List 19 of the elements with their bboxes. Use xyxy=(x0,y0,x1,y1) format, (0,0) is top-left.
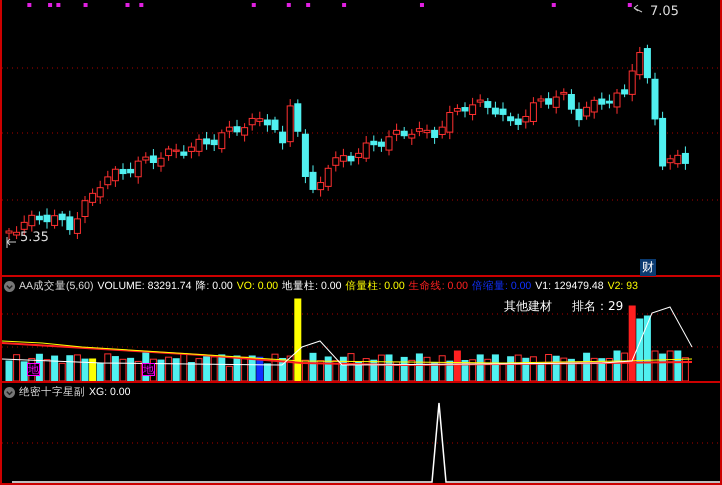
finance-badge[interactable]: 财 xyxy=(640,259,656,276)
indicator-value: V2: 93 xyxy=(608,280,638,292)
rank-label: 排名：29 xyxy=(572,298,624,315)
indicator-value: VOLUME: 83291.74 xyxy=(97,280,192,292)
price-low-label: 5.35 xyxy=(20,230,49,245)
sector-label: 其他建材 xyxy=(504,298,552,315)
indicator-value: 地量柱: 0.00 xyxy=(282,279,342,293)
indicator-value: 倍缩量: 0.00 xyxy=(472,279,532,293)
indicator-value: 降: 0.00 xyxy=(195,279,233,293)
indicator-value: 生命线: 0.00 xyxy=(408,279,468,293)
indicator-title: 绝密十字星副 xyxy=(19,385,85,399)
indicator-value: VO: 0.00 xyxy=(236,280,278,292)
indicator-title: AA成交量(5,60) xyxy=(19,279,94,293)
indicator-value: V1: 129479.48 xyxy=(535,280,604,292)
indicator-value: XG: 0.00 xyxy=(89,386,130,398)
volume-marker: 地 xyxy=(27,363,40,376)
indicator-value: 倍量柱: 0.00 xyxy=(345,279,405,293)
price-high-label: 7.05 xyxy=(650,4,679,19)
volume-marker: 地 xyxy=(142,363,155,376)
